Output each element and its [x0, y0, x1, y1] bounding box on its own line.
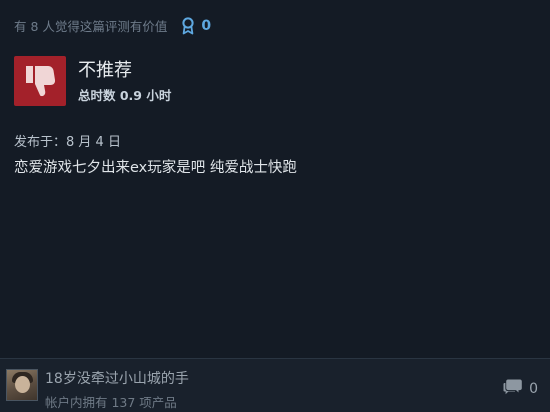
helpful-text: 有 8 人觉得这篇评测有价值 [14, 19, 168, 34]
award-ribbon-icon [181, 16, 195, 35]
author-product-count: 帐户内拥有 137 项产品 [45, 395, 177, 410]
review-verdict: 不推荐 总时数 0.9 小时 [14, 56, 171, 106]
helpful-row: 有 8 人觉得这篇评测有价值 0 [14, 16, 211, 35]
playtime-hours: 总时数 0.9 小时 [78, 88, 172, 103]
comment-count: 0 [529, 381, 538, 397]
author-name[interactable]: 18岁没牵过小山城的手 [45, 368, 189, 388]
avatar[interactable] [6, 369, 38, 401]
award-count: 0 [201, 17, 212, 34]
verdict-title: 不推荐 [78, 60, 132, 81]
posted-date: 发布于：8 月 4 日 [14, 135, 121, 150]
review-card: 有 8 人觉得这篇评测有价值 0 不推荐 总时数 0.9 小时 发布于：8 月 … [0, 0, 550, 412]
review-body: 恋爱游戏七夕出来ex玩家是吧 纯爱战士快跑 [14, 160, 297, 176]
author-footer: 18岁没牵过小山城的手 帐户内拥有 137 项产品 0 [0, 358, 550, 412]
thumbs-down-icon [23, 63, 57, 99]
award-button[interactable]: 0 [181, 16, 212, 35]
verdict-icon-box[interactable] [14, 56, 66, 106]
comment-bubble-icon [503, 378, 523, 400]
comments-button[interactable]: 0 [503, 378, 538, 400]
